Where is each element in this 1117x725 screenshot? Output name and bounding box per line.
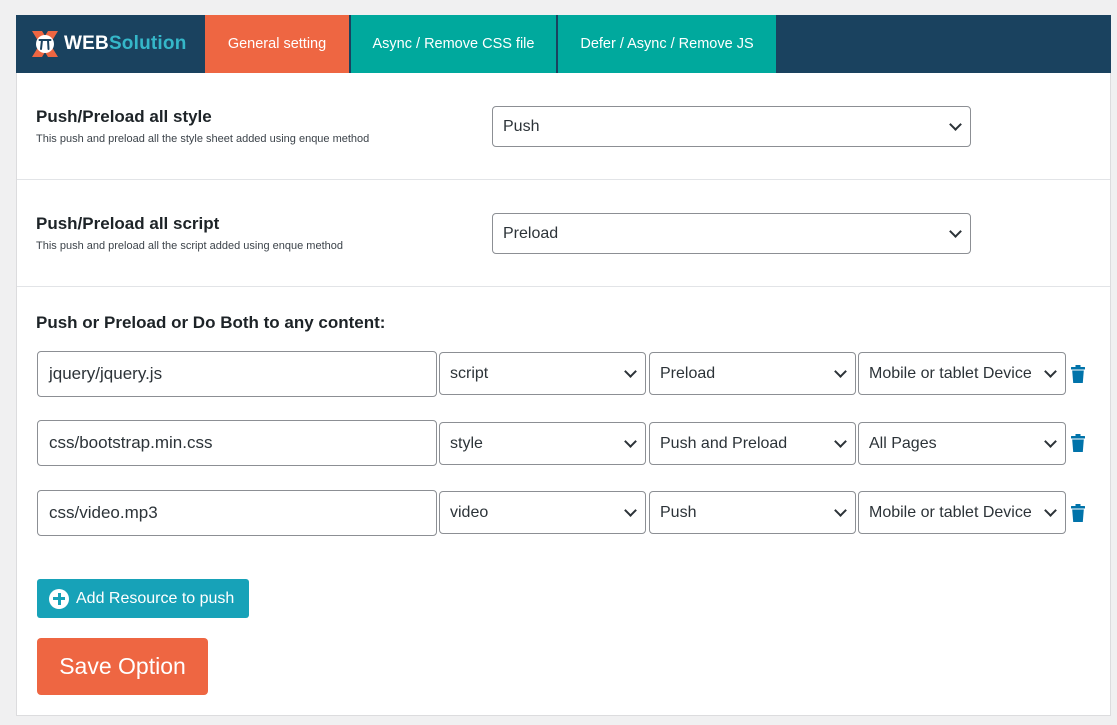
chevron-down-icon <box>1044 503 1057 517</box>
resource-device-select[interactable]: Mobile or tablet Device <box>858 491 1066 534</box>
style-setting-description: This push and preload all the style shee… <box>36 133 370 145</box>
add-resource-label: Add Resource to push <box>76 589 235 607</box>
resource-type-select[interactable]: style <box>439 422 646 465</box>
tab-async-remove-css[interactable]: Async / Remove CSS file <box>351 15 556 73</box>
chevron-down-icon <box>949 224 962 238</box>
script-push-select-value: Preload <box>503 224 559 242</box>
chevron-down-icon <box>1044 434 1057 448</box>
resource-type-value: script <box>450 364 489 382</box>
script-setting-row: Push/Preload all script This push and pr… <box>17 180 1110 287</box>
chevron-down-icon <box>1044 364 1057 378</box>
chevron-down-icon <box>949 117 962 131</box>
brand-name-part2: Solution <box>108 33 187 54</box>
settings-page: WEBSolution General setting Async / Remo… <box>16 15 1111 716</box>
style-setting-row: Push/Preload all style This push and pre… <box>17 73 1110 180</box>
resource-mode-value: Push <box>660 503 697 521</box>
resource-device-value: All Pages <box>869 434 937 452</box>
resource-type-value: video <box>450 503 489 521</box>
tab-general-setting[interactable]: General setting <box>205 15 349 73</box>
pi-x-logo-icon <box>28 27 62 61</box>
trash-icon[interactable] <box>1071 365 1085 383</box>
resource-type-select[interactable]: script <box>439 352 646 395</box>
chevron-down-icon <box>624 364 637 378</box>
resource-mode-value: Push and Preload <box>660 434 788 452</box>
resource-mode-value: Preload <box>660 364 716 382</box>
trash-icon[interactable] <box>1071 504 1085 522</box>
top-navigation: WEBSolution General setting Async / Remo… <box>16 15 1111 73</box>
resource-device-select[interactable]: All Pages <box>858 422 1066 465</box>
brand-name-part1: WEB <box>64 33 109 54</box>
script-push-select[interactable]: Preload <box>492 213 971 254</box>
resource-url-input[interactable]: jquery/jquery.js <box>37 351 437 397</box>
chevron-down-icon <box>624 503 637 517</box>
chevron-down-icon <box>624 434 637 448</box>
resource-mode-select[interactable]: Preload <box>649 352 856 395</box>
resource-mode-select[interactable]: Push <box>649 491 856 534</box>
resource-type-value: style <box>450 434 483 452</box>
plus-circle-icon <box>49 588 69 609</box>
brand-name: WEBSolution <box>64 33 187 55</box>
resource-url-input[interactable]: css/video.mp3 <box>37 490 437 536</box>
chevron-down-icon <box>834 434 847 448</box>
resource-section: Push or Preload or Do Both to any conten… <box>17 287 1110 714</box>
resource-device-value: Mobile or tablet Device <box>869 503 1032 521</box>
tab-defer-async-remove-js[interactable]: Defer / Async / Remove JS <box>558 15 776 73</box>
resource-url-input[interactable]: css/bootstrap.min.css <box>37 420 437 466</box>
style-push-select[interactable]: Push <box>492 106 971 147</box>
resource-device-select[interactable]: Mobile or tablet Device <box>858 352 1066 395</box>
resource-mode-select[interactable]: Push and Preload <box>649 422 856 465</box>
settings-panel: Push/Preload all style This push and pre… <box>16 73 1111 716</box>
trash-icon[interactable] <box>1071 434 1085 452</box>
resource-type-select[interactable]: video <box>439 491 646 534</box>
resource-device-value: Mobile or tablet Device <box>869 364 1032 382</box>
save-option-button[interactable]: Save Option <box>37 638 208 695</box>
brand-logo: WEBSolution <box>16 15 205 73</box>
script-setting-title: Push/Preload all script <box>36 214 220 233</box>
script-setting-description: This push and preload all the script add… <box>36 240 343 252</box>
resource-section-title: Push or Preload or Do Both to any conten… <box>36 313 386 332</box>
style-setting-title: Push/Preload all style <box>36 107 212 126</box>
chevron-down-icon <box>834 364 847 378</box>
chevron-down-icon <box>834 503 847 517</box>
add-resource-button[interactable]: Add Resource to push <box>37 579 249 618</box>
style-push-select-value: Push <box>503 117 540 135</box>
